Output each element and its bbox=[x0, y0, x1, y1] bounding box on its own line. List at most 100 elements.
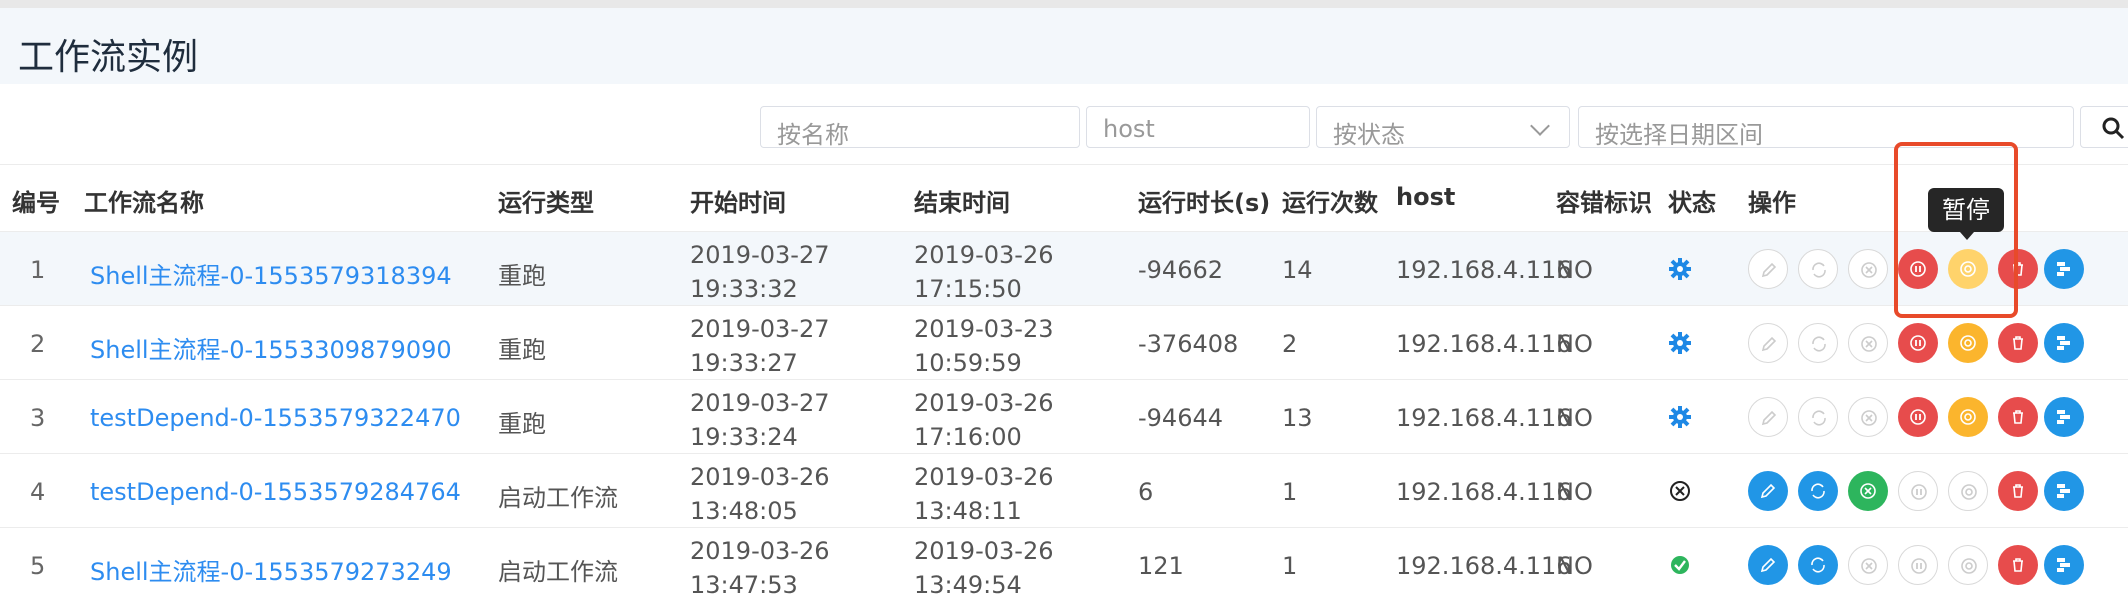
delete-button[interactable] bbox=[1998, 471, 2038, 511]
host: 192.168.4.116 bbox=[1396, 478, 1572, 506]
table-row: 5 Shell主流程-0-1553579273249 启动工作流 2019-03… bbox=[0, 527, 2128, 601]
start-date: 2019-03-26 bbox=[690, 463, 830, 491]
recover-failed-button[interactable] bbox=[1848, 471, 1888, 511]
running-gear-icon bbox=[1669, 258, 1691, 280]
host-filter-input[interactable]: host bbox=[1086, 106, 1310, 148]
status-filter-select[interactable]: 按状态 bbox=[1316, 106, 1570, 149]
start-time: 2019-03-27 19:33:32 bbox=[690, 238, 829, 306]
running-gear-icon bbox=[1669, 332, 1691, 354]
delete-button[interactable] bbox=[1998, 397, 2038, 437]
gantt-icon bbox=[2057, 410, 2070, 424]
end-date: 2019-03-23 bbox=[914, 315, 1054, 343]
name-filter-input[interactable]: 按名称 bbox=[760, 106, 1080, 149]
end-date: 2019-03-26 bbox=[914, 241, 1054, 269]
row-id: 3 bbox=[30, 404, 46, 432]
refresh-icon bbox=[1811, 483, 1825, 499]
duration: 6 bbox=[1138, 478, 1154, 506]
host: 192.168.4.116 bbox=[1396, 552, 1572, 580]
col-run-count: 运行次数 bbox=[1282, 189, 1378, 217]
end-date: 2019-03-26 bbox=[914, 389, 1054, 417]
trash-icon bbox=[2013, 558, 2023, 572]
pause-button[interactable] bbox=[1948, 397, 1988, 437]
page-title: 工作流实例 bbox=[18, 37, 199, 78]
start-clock: 13:48:05 bbox=[690, 497, 798, 525]
edit-icon bbox=[1761, 336, 1777, 352]
gantt-button[interactable] bbox=[2044, 249, 2084, 289]
delete-button[interactable] bbox=[1998, 545, 2038, 585]
rerun-button[interactable] bbox=[1798, 471, 1838, 511]
end-time: 2019-03-26 17:15:50 bbox=[914, 238, 1053, 306]
refresh-icon bbox=[1811, 557, 1825, 573]
start-clock: 13:47:53 bbox=[690, 571, 798, 599]
workflow-name-link[interactable]: testDepend-0-1553579322470 bbox=[90, 404, 461, 432]
fault-tolerant: NO bbox=[1556, 404, 1593, 432]
edit-icon bbox=[1761, 410, 1777, 426]
gantt-button[interactable] bbox=[2044, 323, 2084, 363]
table-row: 4 testDepend-0-1553579284764 启动工作流 2019-… bbox=[0, 453, 2128, 527]
workflow-name-link[interactable]: testDepend-0-1553579284764 bbox=[90, 478, 461, 506]
pause-circle-icon bbox=[1911, 558, 1927, 574]
recover-failed-button[interactable] bbox=[1848, 323, 1888, 363]
delete-button[interactable] bbox=[1998, 323, 2038, 363]
gantt-button[interactable] bbox=[2044, 471, 2084, 511]
edit-icon bbox=[1761, 262, 1777, 278]
pause-button[interactable] bbox=[1948, 545, 1988, 585]
gantt-icon bbox=[2057, 558, 2070, 572]
row-id: 2 bbox=[30, 330, 46, 358]
edit-button[interactable] bbox=[1748, 323, 1788, 363]
pause-button[interactable] bbox=[1948, 323, 1988, 363]
edit-button[interactable] bbox=[1748, 249, 1788, 289]
workflow-name-link[interactable]: Shell主流程-0-1553579318394 bbox=[90, 256, 452, 291]
edit-button[interactable] bbox=[1748, 471, 1788, 511]
chevron-down-icon bbox=[1530, 116, 1550, 136]
date-range-placeholder: 按选择日期区间 bbox=[1595, 121, 1763, 149]
edit-icon bbox=[1760, 483, 1776, 499]
pause-circle-icon bbox=[1910, 335, 1926, 351]
start-time: 2019-03-26 13:47:53 bbox=[690, 534, 829, 602]
col-status: 状态 bbox=[1668, 189, 1716, 217]
end-clock: 10:59:59 bbox=[914, 349, 1022, 377]
run-type: 重跑 bbox=[498, 336, 546, 364]
gantt-button[interactable] bbox=[2044, 545, 2084, 585]
rerun-button[interactable] bbox=[1798, 249, 1838, 289]
rerun-button[interactable] bbox=[1798, 397, 1838, 437]
stop-button[interactable] bbox=[1898, 397, 1938, 437]
stop-button[interactable] bbox=[1898, 471, 1938, 511]
edit-button[interactable] bbox=[1748, 397, 1788, 437]
running-gear-icon bbox=[1669, 406, 1691, 428]
edit-button[interactable] bbox=[1748, 545, 1788, 585]
duration: -94644 bbox=[1138, 404, 1224, 432]
workflow-name-link[interactable]: Shell主流程-0-1553309879090 bbox=[90, 330, 452, 365]
duration: 121 bbox=[1138, 552, 1184, 580]
host-filter-placeholder: host bbox=[1103, 115, 1155, 143]
table-row: 2 Shell主流程-0-1553309879090 重跑 2019-03-27… bbox=[0, 305, 2128, 379]
row-id: 1 bbox=[30, 256, 46, 284]
recover-failed-button[interactable] bbox=[1848, 545, 1888, 585]
fault-tolerant: NO bbox=[1556, 330, 1593, 358]
stop-button[interactable] bbox=[1898, 545, 1938, 585]
table-row: 3 testDepend-0-1553579322470 重跑 2019-03-… bbox=[0, 379, 2128, 453]
stop-circle-icon bbox=[1961, 558, 1977, 574]
start-clock: 19:33:24 bbox=[690, 423, 798, 451]
run-type: 启动工作流 bbox=[498, 484, 618, 512]
fault-tolerant: NO bbox=[1556, 256, 1593, 284]
row-id: 4 bbox=[30, 478, 46, 506]
recover-failed-button[interactable] bbox=[1848, 397, 1888, 437]
run-count: 14 bbox=[1282, 256, 1313, 284]
rerun-button[interactable] bbox=[1798, 545, 1838, 585]
search-button[interactable] bbox=[2080, 106, 2128, 148]
rerun-button[interactable] bbox=[1798, 323, 1838, 363]
pause-button[interactable] bbox=[1948, 471, 1988, 511]
recover-failed-button[interactable] bbox=[1848, 249, 1888, 289]
gantt-icon bbox=[2057, 262, 2070, 276]
title-bar: 工作流实例 bbox=[0, 8, 2128, 84]
refresh-icon bbox=[1812, 262, 1826, 278]
duration: -376408 bbox=[1138, 330, 1239, 358]
run-count: 13 bbox=[1282, 404, 1313, 432]
stop-circle-icon bbox=[1960, 335, 1976, 351]
gantt-icon bbox=[2057, 336, 2070, 350]
start-date: 2019-03-26 bbox=[690, 537, 830, 565]
stop-button[interactable] bbox=[1898, 323, 1938, 363]
name-filter-placeholder: 按名称 bbox=[777, 121, 849, 149]
gantt-button[interactable] bbox=[2044, 397, 2084, 437]
